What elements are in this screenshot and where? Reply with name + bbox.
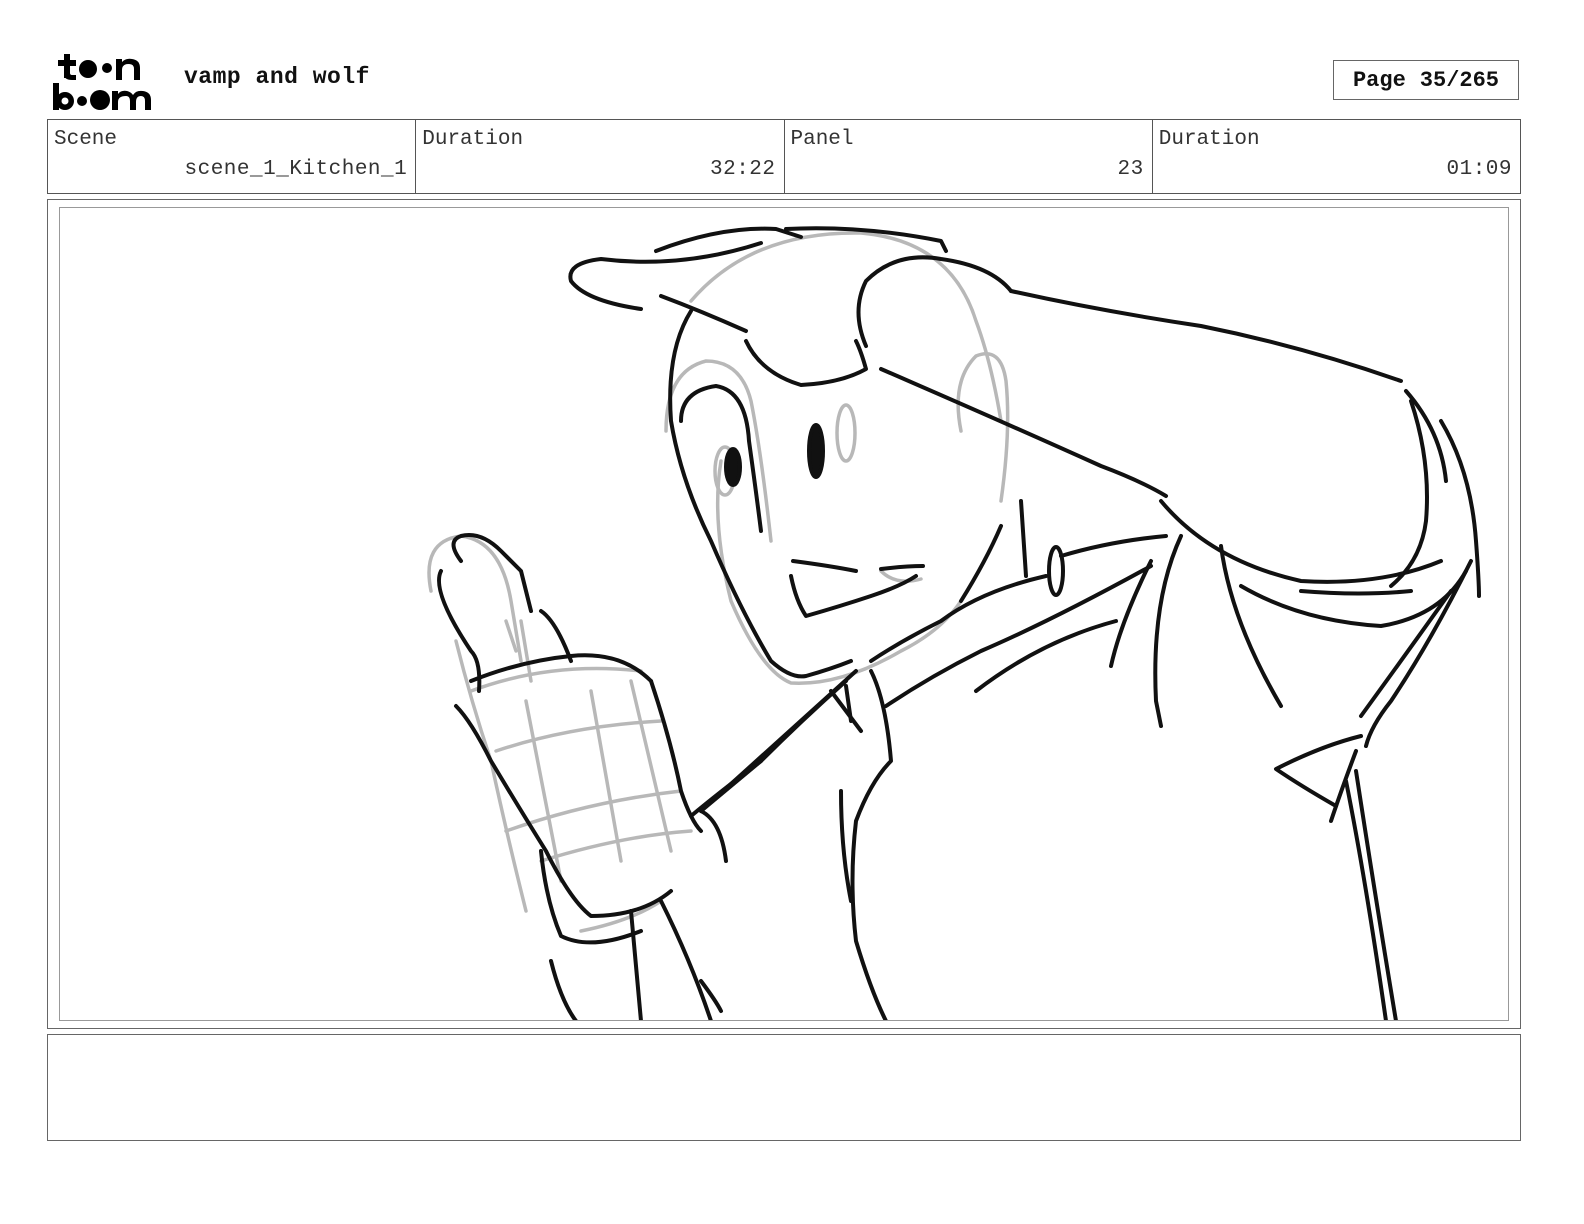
panel-duration-value: 01:09 — [1446, 158, 1512, 181]
final-sketch-lines — [437, 226, 1481, 1020]
project-title: vamp and wolf — [184, 64, 370, 90]
panel-label: Panel — [790, 128, 854, 151]
scene-value: scene_1_Kitchen_1 — [184, 158, 408, 181]
scene-duration-label: Duration — [422, 128, 524, 151]
panel-duration-cell: Duration 01:09 — [1153, 120, 1520, 193]
panel-duration-label: Duration — [1158, 128, 1260, 151]
page-number: 35/265 — [1419, 67, 1500, 93]
panel-notes-box — [47, 1034, 1521, 1141]
scene-cell: Scene scene_1_Kitchen_1 — [48, 120, 417, 193]
panel-value: 23 — [1117, 158, 1144, 181]
panel-cell: Panel 23 — [785, 120, 1153, 193]
panel-info-row: Scene scene_1_Kitchen_1 Duration 32:22 P… — [47, 119, 1521, 194]
sketch-drawing — [427, 226, 1481, 1020]
scene-duration-cell: Duration 32:22 — [416, 120, 785, 193]
scene-duration-value: 32:22 — [709, 158, 776, 181]
toon-boom-logo — [53, 54, 151, 110]
page-indicator: Page 35/265 — [1333, 60, 1519, 100]
storyboard-panel — [59, 207, 1509, 1021]
scene-label: Scene — [54, 128, 118, 151]
page-label: Page — [1352, 67, 1406, 93]
